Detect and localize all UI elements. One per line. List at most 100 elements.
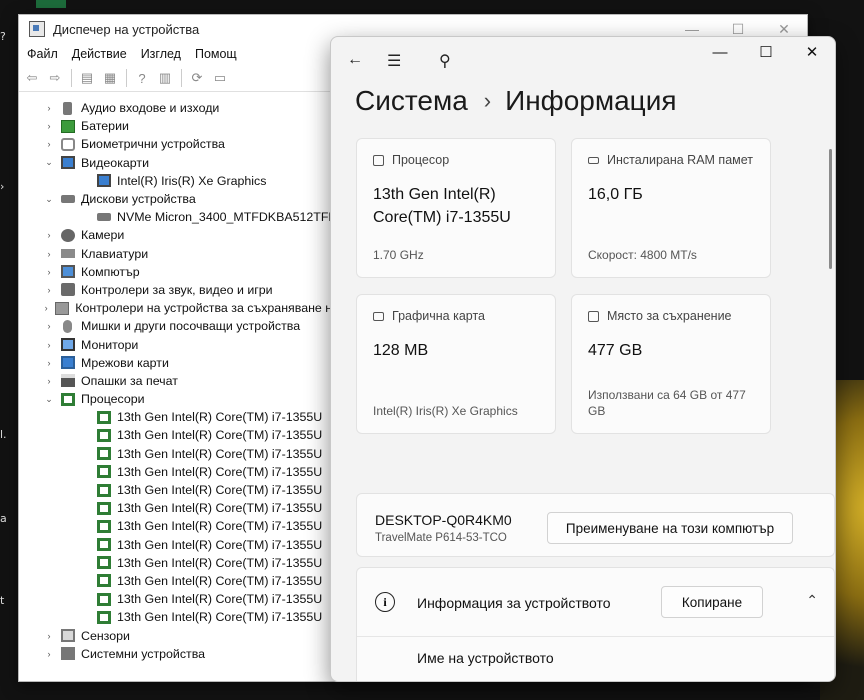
search-icon[interactable]: ⚲: [439, 51, 451, 71]
chevron-right-icon[interactable]: ›: [43, 285, 55, 295]
ram-icon: [588, 156, 599, 164]
device-category[interactable]: › Батерии: [19, 117, 339, 135]
chevron-right-icon[interactable]: ›: [43, 103, 55, 113]
device-item[interactable]: 13th Gen Intel(R) Core(TM) i7-1355U: [19, 608, 339, 626]
ram-label: Инсталирана RAM памет: [607, 153, 754, 167]
device-category[interactable]: › Монитори: [19, 335, 339, 353]
chevron-down-icon[interactable]: ⌄: [43, 194, 55, 205]
tree-item-label: 13th Gen Intel(R) Core(TM) i7-1355U: [117, 573, 323, 588]
chevron-up-icon[interactable]: ⌃: [806, 592, 818, 609]
settings-minimize-button[interactable]: —: [697, 37, 743, 67]
chevron-right-icon[interactable]: ›: [43, 376, 55, 386]
device-item[interactable]: 13th Gen Intel(R) Core(TM) i7-1355U: [19, 499, 339, 517]
device-item[interactable]: 13th Gen Intel(R) Core(TM) i7-1355U: [19, 536, 339, 554]
ram-speed: Скорост: 4800 MT/s: [588, 248, 697, 262]
gpu-memory-value: 128 MB: [373, 342, 429, 359]
processor-speed: 1.70 GHz: [373, 248, 424, 262]
device-category[interactable]: › Биометрични устройства: [19, 135, 339, 153]
chevron-right-icon[interactable]: ›: [43, 358, 55, 368]
storage-icon: [588, 310, 599, 322]
pc-icon: [61, 265, 75, 279]
menu-view[interactable]: Изглед: [141, 47, 181, 61]
monitor-icon[interactable]: ▭: [211, 69, 229, 87]
forward-arrow-icon[interactable]: ⇨: [46, 69, 64, 87]
device-category[interactable]: › Аудио входове и изходи: [19, 99, 339, 117]
device-category[interactable]: ⌄ Видеокарти: [19, 154, 339, 172]
chevron-down-icon[interactable]: ⌄: [43, 157, 55, 168]
show-hidden-icon[interactable]: ▥: [156, 69, 174, 87]
storage-usage: Използвани са 64 GB от 477 GB: [588, 388, 746, 418]
rename-pc-button[interactable]: Преименуване на този компютър: [547, 512, 793, 544]
device-category[interactable]: › Системни устройства: [19, 645, 339, 663]
sound-icon: [61, 283, 75, 297]
desktop-edge-icon: l.: [0, 428, 7, 441]
device-name: DESKTOP-Q0R4KM0: [375, 512, 512, 528]
device-category[interactable]: › Клавиатури: [19, 245, 339, 263]
device-item[interactable]: 13th Gen Intel(R) Core(TM) i7-1355U: [19, 463, 339, 481]
device-manager-app-icon: [29, 21, 45, 37]
desktop-edge-icon: t: [0, 594, 5, 607]
settings-maximize-button[interactable]: ☐: [743, 37, 789, 67]
back-arrow-icon[interactable]: ←: [347, 51, 363, 69]
chevron-right-icon[interactable]: ›: [43, 267, 55, 277]
device-category[interactable]: › Сензори: [19, 626, 339, 644]
chevron-right-icon[interactable]: ›: [43, 649, 55, 659]
desktop-app-icon[interactable]: [36, 0, 66, 8]
tree-item-label: Опашки за печат: [81, 373, 178, 388]
device-tree: › Аудио входове и изходи › Батерии › Биометри…: [19, 99, 339, 663]
device-item[interactable]: 13th Gen Intel(R) Core(TM) i7-1355U: [19, 445, 339, 463]
menu-action[interactable]: Действие: [72, 47, 127, 61]
chevron-right-icon[interactable]: ›: [43, 249, 55, 259]
info-icon: i: [375, 592, 395, 612]
settings-titlebar[interactable]: ← ☰ ⚲ — ☐ ✕: [331, 37, 835, 83]
device-item[interactable]: 13th Gen Intel(R) Core(TM) i7-1355U: [19, 426, 339, 444]
device-item[interactable]: 13th Gen Intel(R) Core(TM) i7-1355U: [19, 572, 339, 590]
tree-item-label: 13th Gen Intel(R) Core(TM) i7-1355U: [117, 555, 323, 570]
device-item[interactable]: 13th Gen Intel(R) Core(TM) i7-1355U: [19, 408, 339, 426]
hamburger-menu-icon[interactable]: ☰: [387, 51, 401, 71]
device-category[interactable]: › Мрежови карти: [19, 354, 339, 372]
menu-file[interactable]: Файл: [27, 47, 58, 61]
divider: [357, 636, 834, 637]
device-category[interactable]: › Опашки за печат: [19, 372, 339, 390]
sensor-icon: [61, 629, 75, 643]
settings-scrollbar[interactable]: [829, 149, 832, 269]
device-item[interactable]: NVMe Micron_3400_MTFDKBA512TFH: [19, 208, 339, 226]
chevron-right-icon[interactable]: ›: [43, 303, 49, 313]
device-category[interactable]: ⌄ Дискови устройства: [19, 190, 339, 208]
kbd-icon: [61, 249, 75, 259]
display-icon: [61, 156, 75, 170]
chevron-right-icon[interactable]: ›: [43, 340, 55, 350]
device-item[interactable]: 13th Gen Intel(R) Core(TM) i7-1355U: [19, 481, 339, 499]
device-item[interactable]: Intel(R) Iris(R) Xe Graphics: [19, 172, 339, 190]
device-item[interactable]: 13th Gen Intel(R) Core(TM) i7-1355U: [19, 554, 339, 572]
copy-button[interactable]: Копиране: [661, 586, 763, 618]
menu-help[interactable]: Помощ: [195, 47, 237, 61]
device-info-panel: i Информация за устройството Копиране ⌃ …: [356, 567, 835, 681]
device-category[interactable]: › Контролери на устройства за съхраняване…: [19, 299, 339, 317]
storage-value: 477 GB: [588, 342, 643, 359]
device-item[interactable]: 13th Gen Intel(R) Core(TM) i7-1355U: [19, 517, 339, 535]
chevron-right-icon[interactable]: ›: [43, 230, 55, 240]
settings-close-button[interactable]: ✕: [789, 37, 835, 67]
chevron-down-icon[interactable]: ⌄: [43, 394, 55, 405]
chevron-right-icon[interactable]: ›: [43, 321, 55, 331]
tree-item-label: 13th Gen Intel(R) Core(TM) i7-1355U: [117, 592, 323, 607]
device-category[interactable]: › Компютър: [19, 263, 339, 281]
chevron-right-icon[interactable]: ›: [43, 139, 55, 149]
tree-item-label: Биометрични устройства: [81, 137, 225, 152]
chevron-right-icon[interactable]: ›: [43, 121, 55, 131]
device-item[interactable]: 13th Gen Intel(R) Core(TM) i7-1355U: [19, 590, 339, 608]
help-icon[interactable]: ?: [133, 69, 151, 87]
update-driver-icon[interactable]: ▦: [101, 69, 119, 87]
breadcrumb-system[interactable]: Система: [355, 85, 468, 117]
properties-icon[interactable]: ▤: [78, 69, 96, 87]
device-category[interactable]: › Контролери за звук, видео и игри: [19, 281, 339, 299]
chevron-right-icon[interactable]: ›: [43, 631, 55, 641]
back-arrow-icon[interactable]: ⇦: [23, 69, 41, 87]
device-category[interactable]: › Мишки и други посочващи устройства: [19, 317, 339, 335]
device-category[interactable]: ⌄ Процесори: [19, 390, 339, 408]
scan-hardware-icon[interactable]: ⟳: [188, 69, 206, 87]
device-category[interactable]: › Камери: [19, 226, 339, 244]
cpu-icon: [61, 392, 75, 406]
